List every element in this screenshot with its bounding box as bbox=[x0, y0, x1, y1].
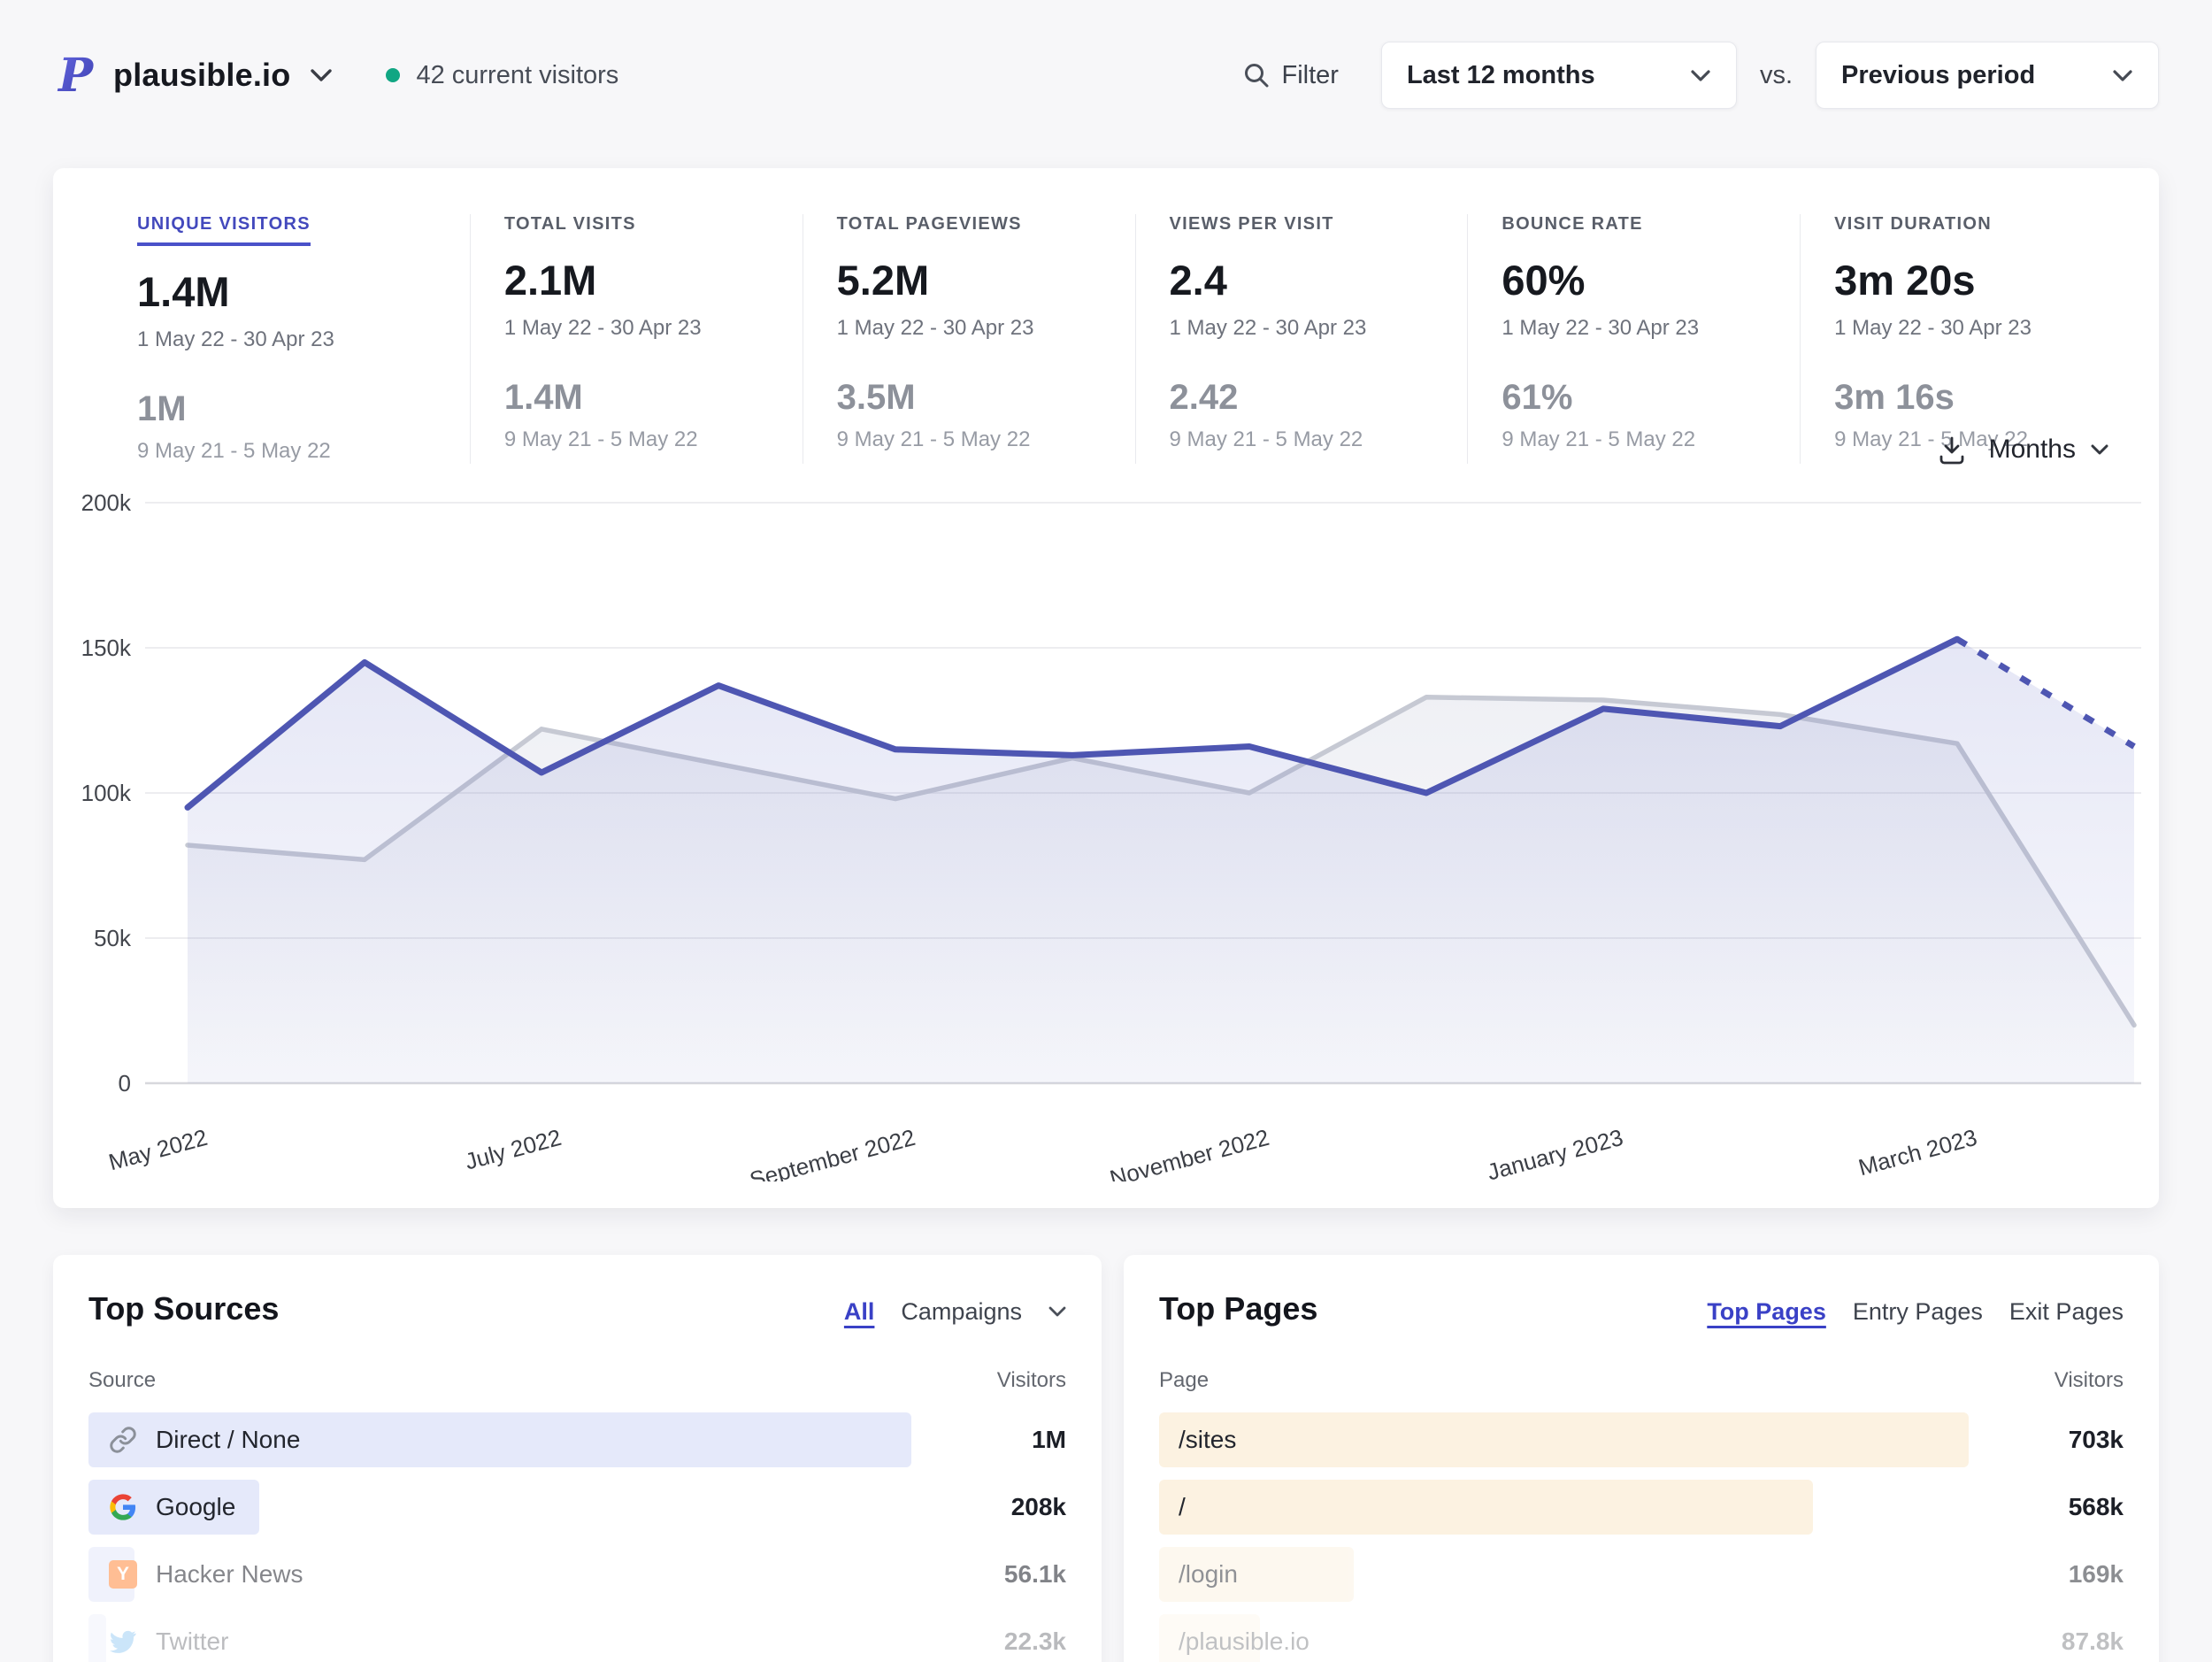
stat-bounce-rate[interactable]: BOUNCE RATE 60% 1 May 22 - 30 Apr 23 61%… bbox=[1467, 214, 1800, 464]
top-header: P plausible.io 42 current visitors Filte… bbox=[55, 35, 2159, 115]
pages-col-visitors: Visitors bbox=[2054, 1368, 2124, 1392]
svg-text:P: P bbox=[57, 52, 95, 98]
pages-title: Top Pages bbox=[1159, 1290, 1318, 1327]
vs-label: vs. bbox=[1759, 60, 1793, 89]
sources-col-visitors: Visitors bbox=[996, 1368, 1066, 1392]
source-row-direct[interactable]: Direct / None 1M bbox=[88, 1412, 1066, 1467]
svg-text:150k: 150k bbox=[81, 635, 132, 661]
svg-text:March 2023: March 2023 bbox=[1855, 1124, 1979, 1181]
filter-button[interactable]: Filter bbox=[1242, 60, 1339, 90]
stat-views-per-visit[interactable]: VIEWS PER VISIT 2.4 1 May 22 - 30 Apr 23… bbox=[1134, 214, 1468, 464]
plausible-logo-icon: P bbox=[57, 52, 95, 98]
live-indicator-dot bbox=[386, 68, 401, 82]
chevron-down-icon bbox=[2112, 69, 2133, 82]
top-sources-panel: Top Sources All Campaigns Source Visitor… bbox=[53, 1255, 1102, 1662]
interval-dropdown[interactable]: Months bbox=[1989, 435, 2109, 465]
filter-label: Filter bbox=[1281, 60, 1339, 89]
page-row-home[interactable]: / 568k bbox=[1159, 1480, 2124, 1535]
svg-text:January 2023: January 2023 bbox=[1485, 1124, 1626, 1181]
download-icon[interactable] bbox=[1936, 434, 1968, 466]
sources-col-source: Source bbox=[88, 1368, 157, 1392]
tab-exit-pages[interactable]: Exit Pages bbox=[2009, 1298, 2124, 1326]
tab-all[interactable]: All bbox=[844, 1298, 875, 1326]
visitors-chart: 0 50k 100k 150k 200k May 2022 July 2022 Septemb… bbox=[81, 489, 2141, 1181]
tab-campaigns[interactable]: Campaigns bbox=[901, 1298, 1022, 1326]
hackernews-icon: Y bbox=[108, 1559, 138, 1589]
chevron-down-icon bbox=[1690, 69, 1711, 82]
google-icon bbox=[108, 1492, 138, 1522]
chevron-down-icon[interactable] bbox=[1048, 1306, 1066, 1318]
source-row-google[interactable]: Google 208k bbox=[88, 1480, 1066, 1535]
current-visitors[interactable]: 42 current visitors bbox=[416, 61, 618, 90]
svg-text:100k: 100k bbox=[81, 780, 132, 806]
link-icon bbox=[108, 1425, 138, 1455]
svg-text:50k: 50k bbox=[94, 925, 132, 951]
date-range-dropdown[interactable]: Last 12 months bbox=[1380, 42, 1737, 109]
dashboard-card: UNIQUE VISITORS 1.4M 1 May 22 - 30 Apr 2… bbox=[53, 168, 2159, 1208]
sources-title: Top Sources bbox=[88, 1290, 280, 1327]
interval-value: Months bbox=[1988, 435, 2076, 464]
date-range-value: Last 12 months bbox=[1406, 60, 1595, 89]
svg-text:November 2022: November 2022 bbox=[1107, 1124, 1271, 1181]
page-row-sites[interactable]: /sites 703k bbox=[1159, 1412, 2124, 1467]
site-switcher-chevron-icon[interactable] bbox=[310, 68, 333, 82]
svg-text:July 2022: July 2022 bbox=[462, 1124, 564, 1175]
pages-col-page: Page bbox=[1159, 1368, 1210, 1392]
source-row-twitter[interactable]: Twitter 22.3k bbox=[88, 1614, 1066, 1662]
stat-total-visits[interactable]: TOTAL VISITS 2.1M 1 May 22 - 30 Apr 23 1… bbox=[469, 214, 803, 464]
site-name[interactable]: plausible.io bbox=[113, 57, 290, 94]
stat-visit-duration[interactable]: VISIT DURATION 3m 20s 1 May 22 - 30 Apr … bbox=[1800, 214, 2132, 464]
stat-unique-visitors[interactable]: UNIQUE VISITORS 1.4M 1 May 22 - 30 Apr 2… bbox=[137, 214, 470, 464]
svg-text:0: 0 bbox=[119, 1070, 131, 1096]
source-row-hackernews[interactable]: Y Hacker News 56.1k bbox=[88, 1547, 1066, 1602]
stats-row: UNIQUE VISITORS 1.4M 1 May 22 - 30 Apr 2… bbox=[53, 168, 2159, 464]
svg-text:May 2022: May 2022 bbox=[105, 1124, 210, 1176]
svg-text:September 2022: September 2022 bbox=[747, 1124, 918, 1181]
chevron-down-icon bbox=[2090, 443, 2109, 456]
twitter-icon bbox=[108, 1627, 138, 1657]
stat-total-pageviews[interactable]: TOTAL PAGEVIEWS 5.2M 1 May 22 - 30 Apr 2… bbox=[802, 214, 1135, 464]
tab-top-pages[interactable]: Top Pages bbox=[1707, 1298, 1826, 1326]
tab-entry-pages[interactable]: Entry Pages bbox=[1853, 1298, 1983, 1326]
top-pages-panel: Top Pages Top Pages Entry Pages Exit Pag… bbox=[1124, 1255, 2159, 1662]
search-icon bbox=[1242, 61, 1271, 89]
comparison-value: Previous period bbox=[1841, 60, 2036, 89]
svg-text:200k: 200k bbox=[81, 489, 132, 516]
page-row-plausible-io[interactable]: /plausible.io 87.8k bbox=[1159, 1614, 2124, 1662]
chart-toolbar: Months bbox=[1936, 434, 2109, 466]
comparison-dropdown[interactable]: Previous period bbox=[1816, 42, 2159, 109]
page-row-login[interactable]: /login 169k bbox=[1159, 1547, 2124, 1602]
